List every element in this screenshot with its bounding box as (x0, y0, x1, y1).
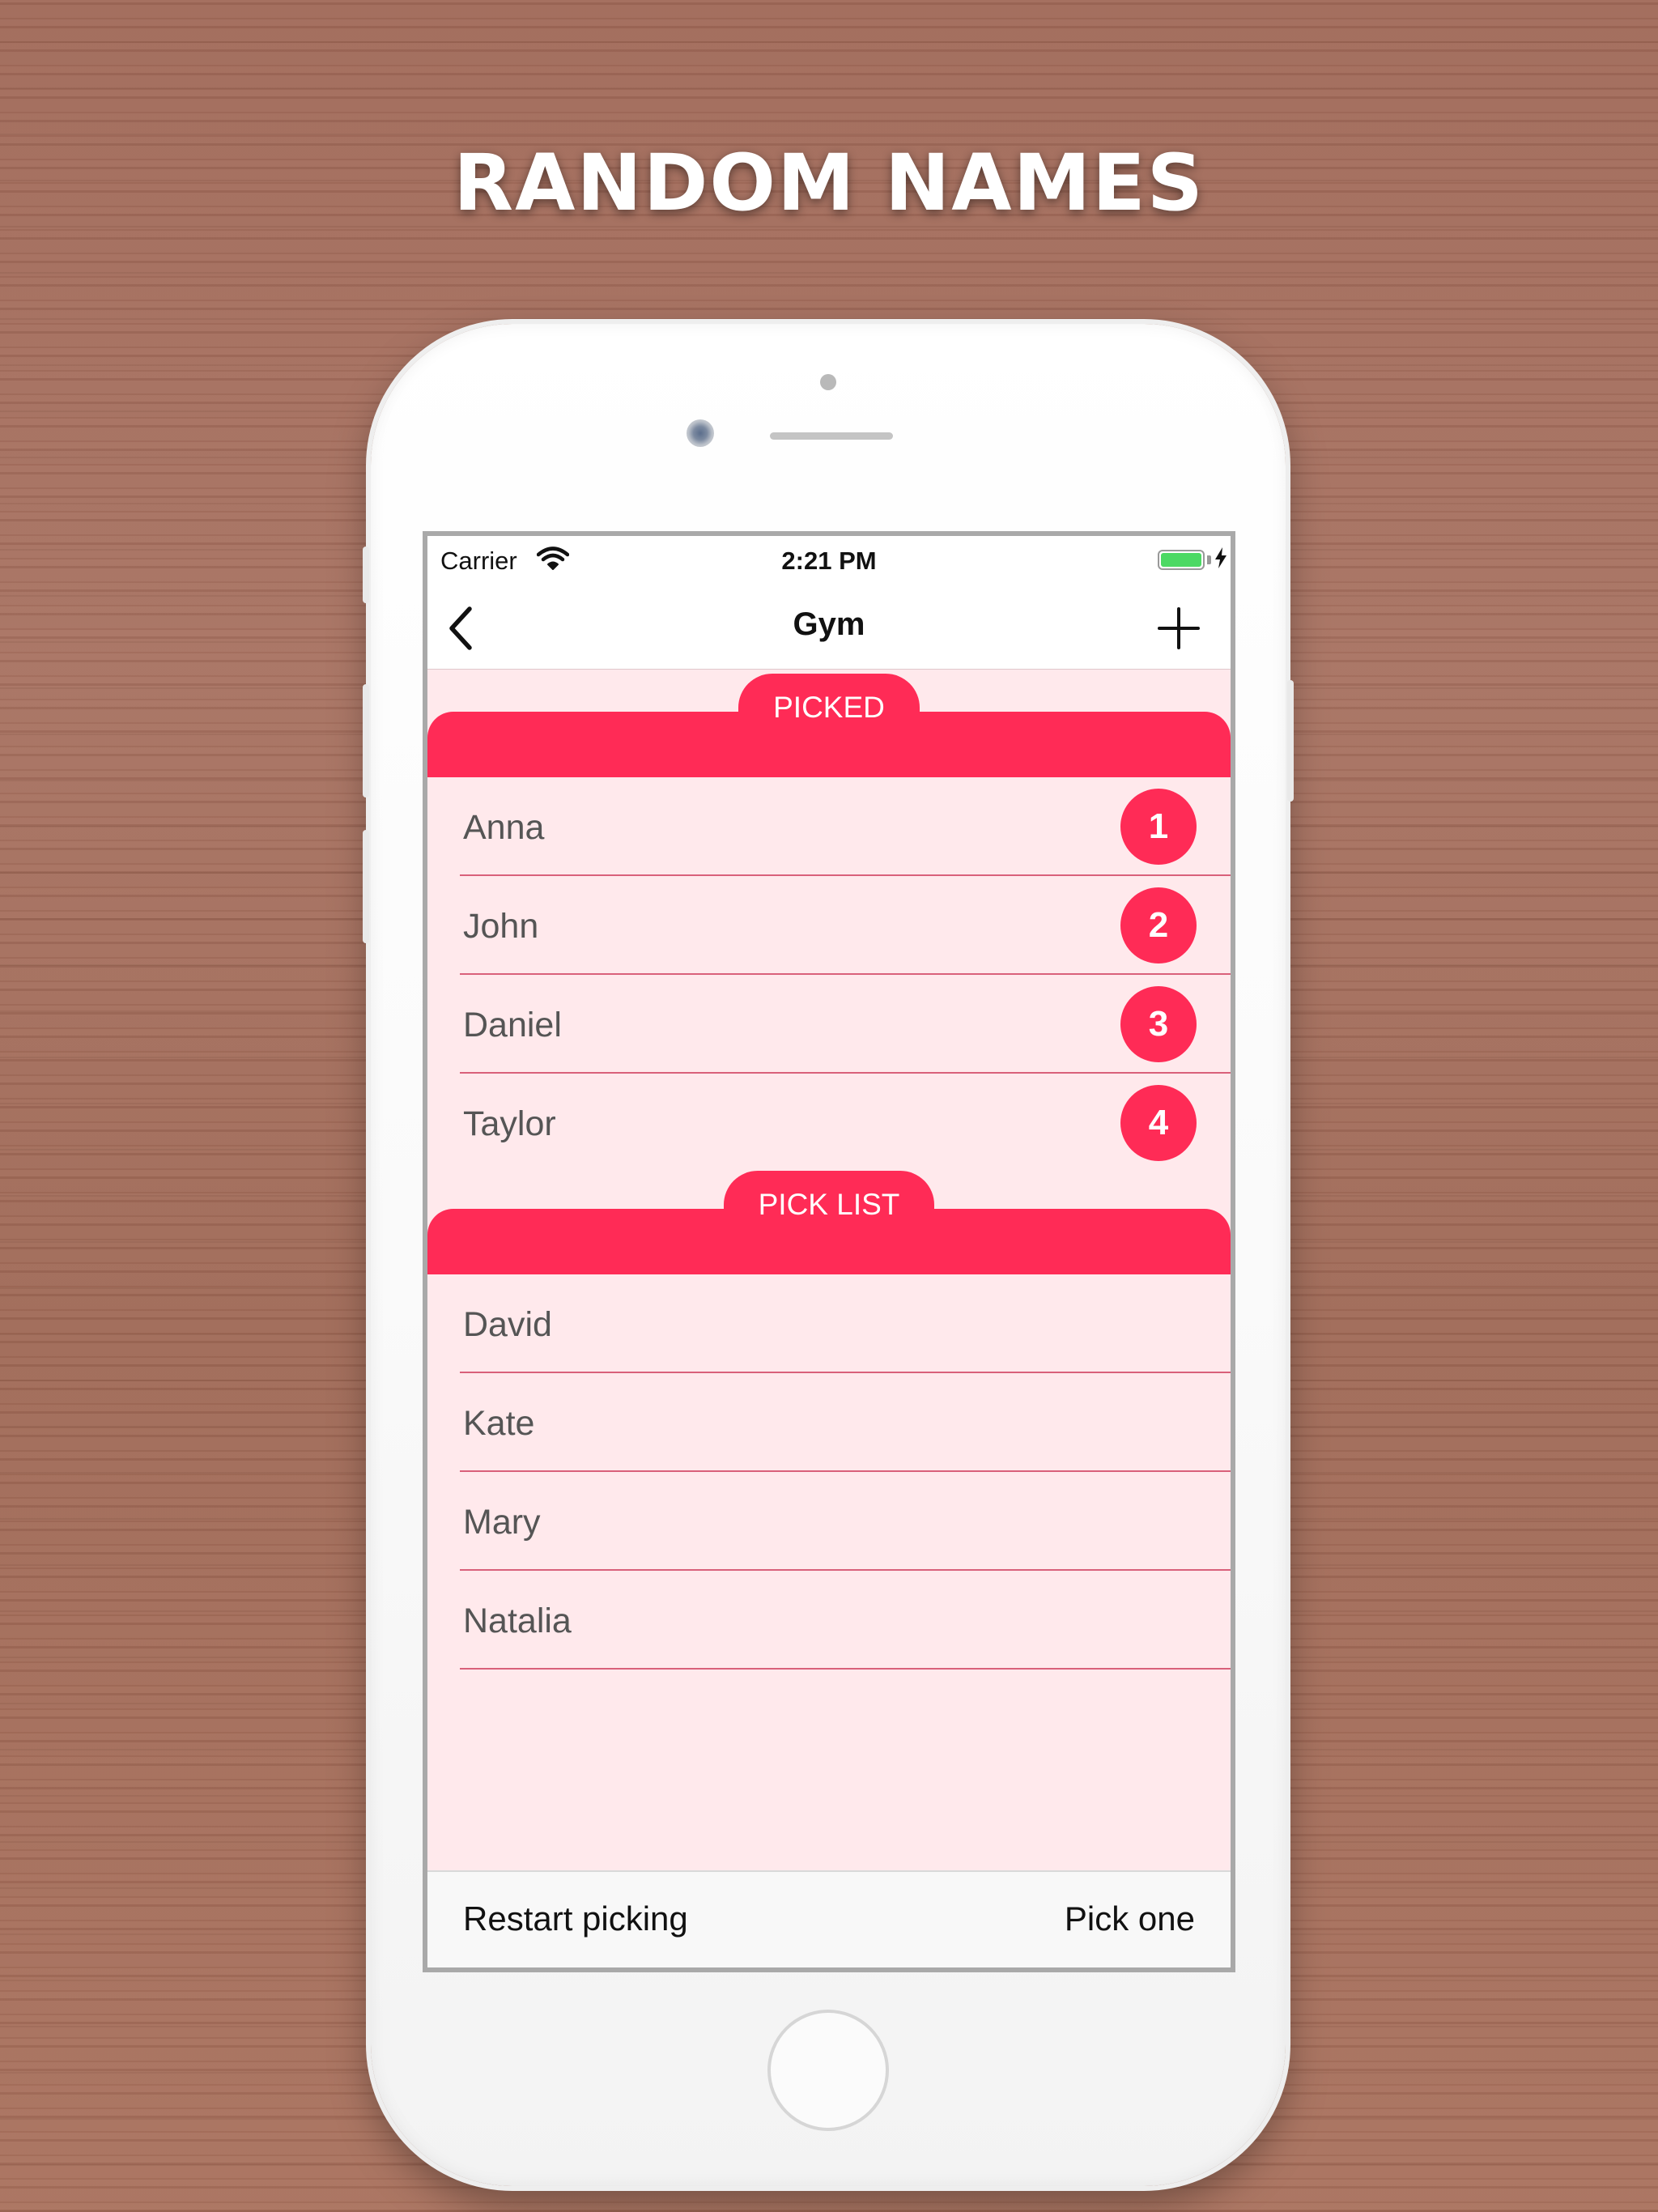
earpiece-speaker (770, 432, 893, 440)
screen: Carrier 2:21 PM Gym PICKED Anna 1 John 2… (423, 531, 1235, 1972)
volume-up-button (363, 684, 369, 798)
volume-down-button (363, 830, 369, 943)
home-button[interactable] (767, 2010, 889, 2131)
pick-list-section-header: PICK LIST (427, 1171, 1231, 1274)
charging-bolt-icon (1214, 546, 1227, 575)
pick-order-badge: 3 (1120, 986, 1197, 1062)
picked-row[interactable]: Daniel 3 (427, 975, 1231, 1074)
pick-list-name: Kate (463, 1404, 535, 1443)
page-title: Gym (793, 606, 865, 642)
picked-name: John (463, 907, 539, 946)
mute-switch (363, 547, 369, 603)
battery-fill (1161, 553, 1201, 567)
add-name-button[interactable] (1156, 606, 1201, 651)
pick-order-badge: 1 (1120, 789, 1197, 865)
picked-section-title: PICKED (738, 674, 920, 742)
picked-name: Daniel (463, 1006, 562, 1044)
pick-list-row[interactable]: Mary (427, 1472, 1231, 1571)
picked-row[interactable]: Taylor 4 (427, 1074, 1231, 1172)
pick-one-button[interactable]: Pick one (1065, 1899, 1195, 1938)
bottom-toolbar: Restart picking Pick one (427, 1870, 1231, 1967)
picked-section-header: PICKED (427, 674, 1231, 777)
pick-order-badge: 2 (1120, 887, 1197, 963)
pick-order-badge: 4 (1120, 1085, 1197, 1161)
row-divider (460, 1668, 1231, 1670)
pick-list-name: Mary (463, 1503, 541, 1542)
battery-tip (1207, 555, 1211, 564)
navigation-bar: Gym (427, 585, 1231, 670)
power-button (1287, 680, 1294, 802)
pick-list-section-title: PICK LIST (724, 1171, 934, 1239)
battery-icon (1158, 550, 1205, 570)
restart-picking-button[interactable]: Restart picking (463, 1899, 688, 1938)
proximity-sensor (820, 374, 836, 390)
pick-list-name: David (463, 1305, 552, 1344)
headline: RANDOM NAMES (453, 138, 1205, 228)
status-bar: Carrier 2:21 PM (427, 536, 1231, 585)
pick-list-section: PICK LIST David Kate Mary Natalia (427, 1171, 1231, 1670)
picked-row[interactable]: Anna 1 (427, 777, 1231, 876)
picked-name: Anna (463, 808, 545, 847)
pick-list-name: Natalia (463, 1602, 572, 1640)
pick-list-row[interactable]: Natalia (427, 1571, 1231, 1670)
pick-list-row[interactable]: David (427, 1274, 1231, 1373)
status-time: 2:21 PM (781, 547, 877, 575)
plus-icon (1158, 607, 1200, 649)
picked-section: PICKED Anna 1 John 2 Daniel 3 Taylor 4 (427, 674, 1231, 1172)
front-camera (687, 419, 714, 447)
picked-name: Taylor (463, 1104, 556, 1143)
phone-frame: Carrier 2:21 PM Gym PICKED Anna 1 John 2… (363, 324, 1294, 2186)
picked-row[interactable]: John 2 (427, 876, 1231, 975)
pick-list-row[interactable]: Kate (427, 1373, 1231, 1472)
